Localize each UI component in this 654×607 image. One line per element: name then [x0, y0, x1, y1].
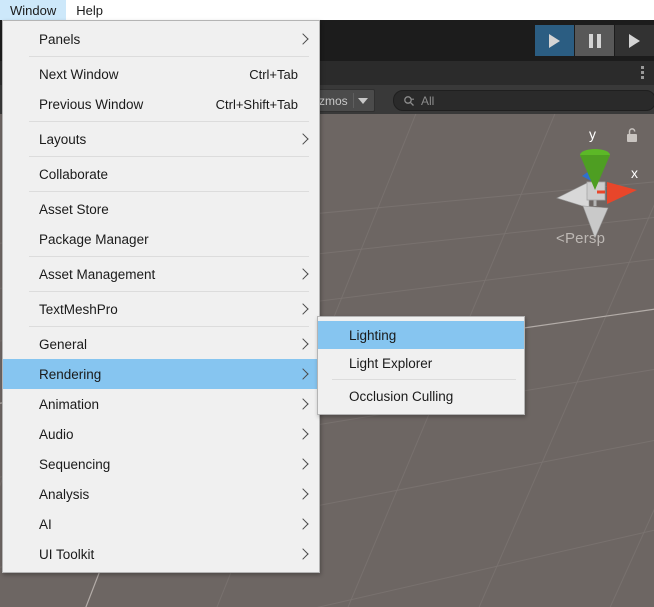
menu-item-animation[interactable]: Animation [3, 389, 319, 419]
menu-separator [29, 291, 309, 292]
menu-item-package-manager-label: Package Manager [39, 231, 149, 247]
menu-separator [29, 191, 309, 192]
search-input[interactable]: All [393, 90, 654, 111]
menu-item-ui-toolkit[interactable]: UI Toolkit [3, 539, 319, 569]
perspective-text: Persp [564, 230, 606, 247]
menu-item-ai-label: AI [39, 516, 52, 532]
submenu-item-lighting-label: Lighting [349, 327, 397, 343]
menu-item-next-window[interactable]: Next Window Ctrl+Tab [3, 59, 319, 89]
pause-icon [588, 33, 601, 48]
menu-item-next-window-label: Next Window [39, 66, 119, 82]
menu-item-ai[interactable]: AI [3, 509, 319, 539]
menu-item-rendering-label: Rendering [39, 366, 102, 382]
menu-item-general[interactable]: General [3, 329, 319, 359]
play-controls [535, 25, 654, 56]
window-menu-panel: Panels Next Window Ctrl+Tab Previous Window… [2, 20, 320, 573]
submenu-item-occlusion-culling[interactable]: Occlusion Culling [318, 382, 524, 410]
menu-item-layouts[interactable]: Layouts [3, 124, 319, 154]
menu-item-asset-management[interactable]: Asset Management [3, 259, 319, 289]
menu-item-panels[interactable]: Panels [3, 24, 319, 54]
chevron-down-icon [357, 97, 368, 104]
submenu-item-light-explorer-label: Light Explorer [349, 355, 433, 371]
menubar-item-help[interactable]: Help [66, 0, 113, 20]
menu-item-previous-window-shortcut: Ctrl+Shift+Tab [215, 96, 298, 112]
menubar: Window Help [0, 0, 113, 20]
play-button[interactable] [535, 25, 575, 56]
menu-item-analysis-label: Analysis [39, 486, 90, 502]
step-icon [629, 33, 640, 48]
unity-editor-screenshot: Gizmos All y x <Persp Window Help Panels… [0, 0, 654, 607]
menu-item-collaborate-label: Collaborate [39, 166, 109, 182]
menu-item-rendering[interactable]: Rendering [3, 359, 319, 389]
menubar-item-window[interactable]: Window [0, 0, 67, 20]
menu-item-animation-label: Animation [39, 396, 100, 412]
menu-item-textmeshpro[interactable]: TextMeshPro [3, 294, 319, 324]
submenu-item-lighting[interactable]: Lighting [318, 321, 524, 349]
menu-item-asset-store[interactable]: Asset Store [3, 194, 319, 224]
menu-item-collaborate[interactable]: Collaborate [3, 159, 319, 189]
menu-item-layouts-label: Layouts [39, 131, 87, 147]
menubar-item-help-label: Help [76, 2, 103, 18]
menu-item-sequencing[interactable]: Sequencing [3, 449, 319, 479]
pause-button[interactable] [575, 25, 615, 56]
menu-item-ui-toolkit-label: UI Toolkit [39, 546, 95, 562]
menu-separator [29, 326, 309, 327]
play-icon [549, 33, 560, 48]
menu-item-general-label: General [39, 336, 88, 352]
menu-separator [29, 121, 309, 122]
submenu-item-occlusion-culling-label: Occlusion Culling [349, 388, 454, 404]
menu-item-previous-window[interactable]: Previous Window Ctrl+Shift+Tab [3, 89, 319, 119]
menu-separator [29, 256, 309, 257]
step-button[interactable] [615, 25, 654, 56]
menu-item-audio[interactable]: Audio [3, 419, 319, 449]
axis-x-label: x [631, 165, 638, 181]
menu-separator [332, 379, 516, 380]
menu-item-previous-window-label: Previous Window [39, 96, 144, 112]
search-input-value: All [421, 93, 435, 108]
menu-item-audio-label: Audio [39, 426, 74, 442]
kebab-menu-icon[interactable] [641, 66, 644, 79]
menu-item-panels-label: Panels [39, 31, 81, 47]
menu-item-sequencing-label: Sequencing [39, 456, 111, 472]
perspective-label: <Persp [556, 230, 605, 247]
menu-item-analysis[interactable]: Analysis [3, 479, 319, 509]
menu-separator [29, 156, 309, 157]
menu-item-next-window-shortcut: Ctrl+Tab [249, 66, 298, 82]
submenu-item-light-explorer[interactable]: Light Explorer [318, 349, 524, 377]
perspective-arrow-glyph: < [556, 230, 565, 247]
menubar-item-window-label: Window [10, 2, 57, 18]
menu-item-textmeshpro-label: TextMeshPro [39, 301, 118, 317]
axis-y-label: y [589, 126, 596, 142]
menu-item-package-manager[interactable]: Package Manager [3, 224, 319, 254]
rendering-submenu-panel: Lighting Light Explorer Occlusion Culling [317, 316, 525, 415]
gizmos-separator [352, 93, 354, 108]
menu-item-asset-store-label: Asset Store [39, 201, 109, 217]
menu-separator [29, 56, 309, 57]
menu-item-asset-management-label: Asset Management [39, 266, 156, 282]
unlocked-padlock-icon[interactable] [625, 127, 639, 143]
search-icon [403, 95, 415, 107]
